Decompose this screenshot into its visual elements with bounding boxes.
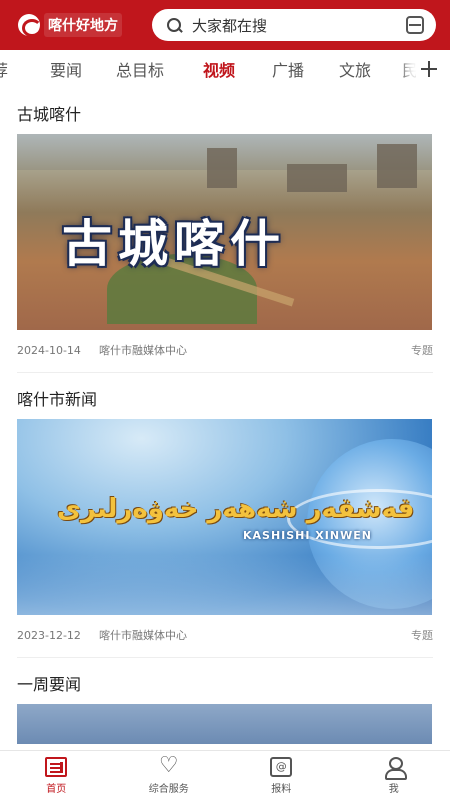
thumb-caption-pinyin: KASHISHI XINWEN (243, 529, 372, 542)
card-source: 喀什市融媒体中心 (99, 344, 187, 357)
card-source: 喀什市融媒体中心 (99, 629, 187, 642)
card-thumbnail[interactable] (17, 704, 432, 744)
card-date: 2024-10-14 (17, 343, 81, 357)
bottom-nav: 首页 综合服务 报料 我 (0, 750, 450, 800)
nav-report[interactable]: 报料 (225, 751, 338, 800)
thumb-building (207, 148, 237, 188)
thumb-floor (17, 555, 432, 615)
thumb-building (377, 144, 417, 188)
home-icon (45, 756, 68, 777)
tab-headlines[interactable]: 要闻 (34, 57, 98, 81)
heart-icon (158, 753, 180, 778)
thumb-building (287, 164, 347, 192)
user-icon (383, 756, 407, 780)
nav-label: 报料 (271, 783, 292, 795)
channel-tabs: 荐 要闻 总目标 视频 广播 文旅 民 (0, 50, 450, 88)
card-title[interactable]: 古城喀什 (17, 96, 433, 134)
feed-card[interactable]: 古城喀什 古城喀什 2024-10-14 喀什市融媒体中心 专题 (0, 96, 450, 370)
nav-label: 首页 (46, 783, 67, 795)
tab-video[interactable]: 视频 (182, 57, 256, 81)
search-icon (166, 17, 182, 33)
add-channel-icon[interactable] (416, 56, 442, 82)
nav-services[interactable]: 综合服务 (113, 751, 226, 800)
tab-recommend[interactable]: 荐 (0, 57, 14, 81)
divider (17, 657, 433, 658)
nav-home[interactable]: 首页 (0, 751, 113, 800)
top-header: 喀什好地方 大家都在搜 (0, 0, 450, 50)
nav-label: 综合服务 (148, 783, 189, 795)
card-meta: 2024-10-14 喀什市融媒体中心 专题 (17, 330, 433, 370)
feed-card[interactable]: 喀什市新闻 قەشقەر شەھەر خەۋەرلىرى KASHISHI XI… (0, 381, 450, 655)
report-icon (270, 756, 293, 777)
card-thumbnail[interactable]: قەشقەر شەھەر خەۋەرلىرى KASHISHI XINWEN (17, 419, 432, 615)
tab-radio[interactable]: 广播 (256, 57, 320, 81)
nav-label: 我 (388, 783, 399, 795)
thumb-caption-uyghur: قەشقەر شەھەر خەۋەرلىرى (57, 494, 415, 524)
logo-icon (18, 14, 42, 37)
card-title[interactable]: 一周要闻 (17, 666, 433, 704)
scan-icon[interactable] (406, 16, 424, 34)
card-meta: 2023-12-12 喀什市融媒体中心 专题 (17, 615, 433, 655)
card-date: 2023-12-12 (17, 628, 81, 642)
card-title[interactable]: 喀什市新闻 (17, 381, 433, 419)
logo-text: 喀什好地方 (44, 13, 122, 37)
divider (17, 372, 433, 373)
tab-goals[interactable]: 总目标 (98, 57, 182, 81)
app-logo[interactable]: 喀什好地方 (18, 10, 146, 40)
card-thumbnail[interactable]: 古城喀什 (17, 134, 432, 330)
thumb-caption: 古城喀什 (62, 214, 286, 273)
search-bar[interactable]: 大家都在搜 (152, 9, 436, 41)
nav-me[interactable]: 我 (338, 751, 450, 800)
search-placeholder: 大家都在搜 (192, 16, 268, 35)
video-feed: 古城喀什 古城喀什 2024-10-14 喀什市融媒体中心 专题 喀什市新闻 ق… (0, 96, 450, 750)
tab-culture-tourism[interactable]: 文旅 (320, 57, 390, 81)
feed-card[interactable]: 一周要闻 (0, 666, 450, 744)
card-tag: 专题 (411, 629, 433, 642)
card-tag: 专题 (411, 344, 433, 357)
